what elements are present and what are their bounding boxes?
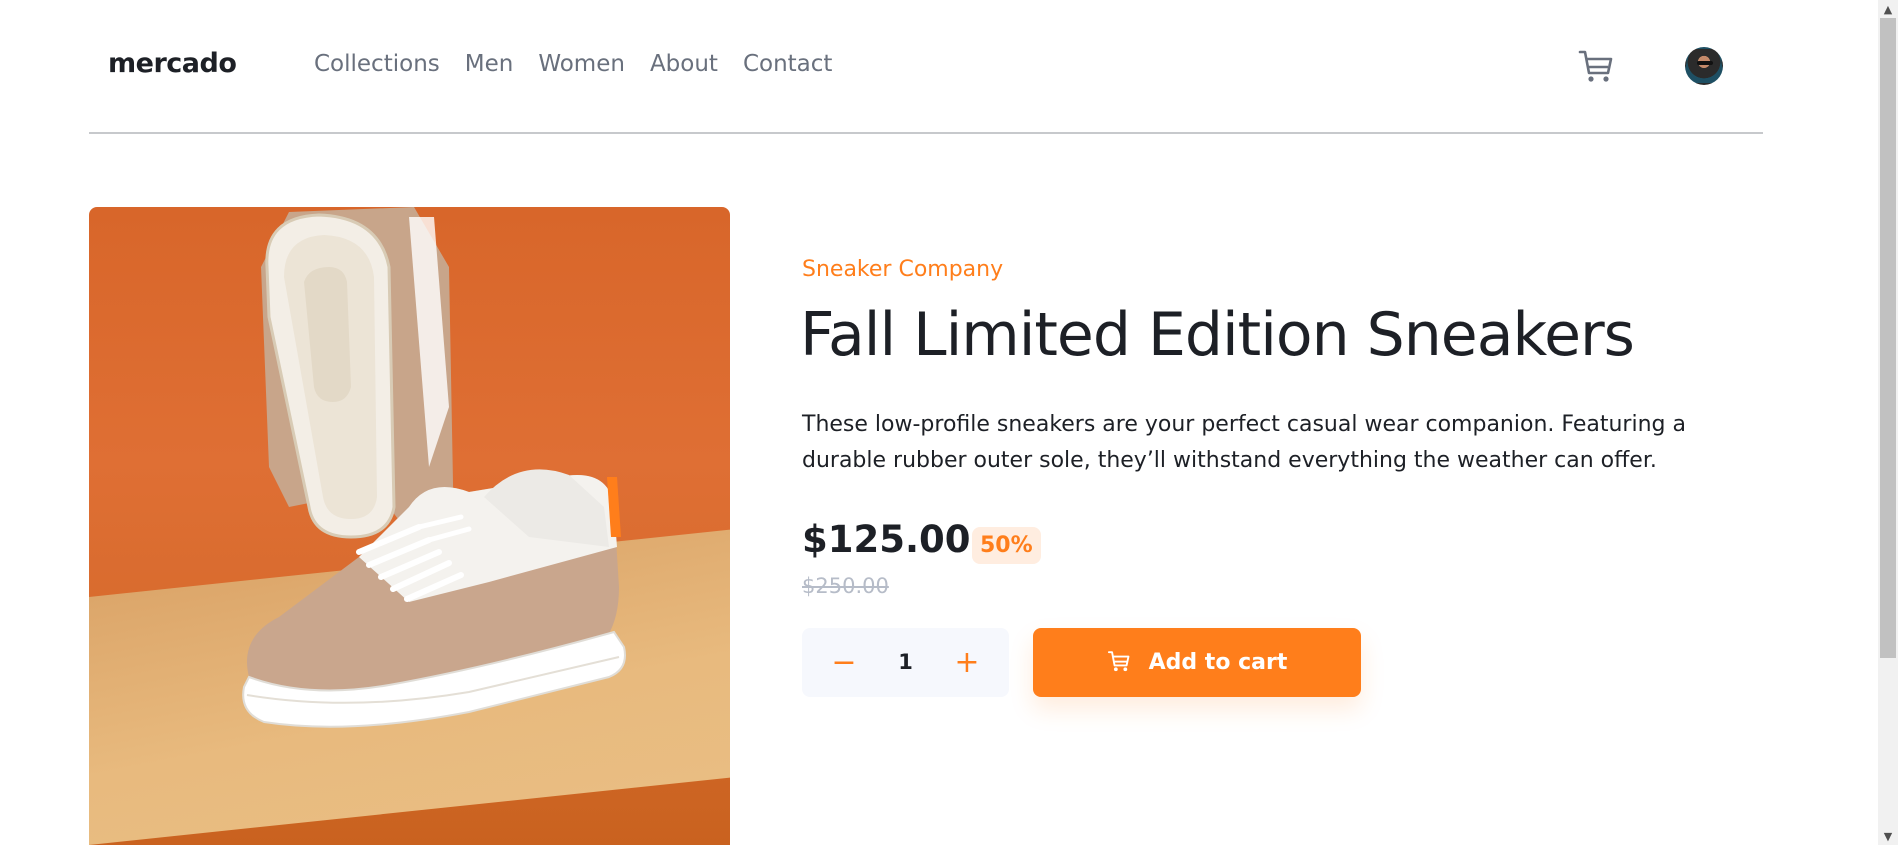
- main-nav: Collections Men Women About Contact: [314, 51, 832, 77]
- add-to-cart-button[interactable]: Add to cart: [1033, 628, 1361, 697]
- product-image[interactable]: [89, 207, 730, 845]
- avatar[interactable]: [1685, 47, 1723, 85]
- nav-link-about[interactable]: About: [650, 51, 718, 77]
- site-header: mercado Collections Men Women About Cont…: [89, 0, 1763, 134]
- cart-icon[interactable]: [1577, 47, 1615, 85]
- product-company: Sneaker Company: [802, 257, 1004, 282]
- product-price: $125.00: [802, 518, 971, 561]
- nav-link-contact[interactable]: Contact: [743, 51, 832, 77]
- add-to-cart-label: Add to cart: [1148, 650, 1288, 675]
- vertical-scrollbar[interactable]: ▲ ▼: [1878, 0, 1898, 845]
- quantity-stepper: − 1 +: [802, 628, 1009, 697]
- scroll-up-arrow-icon[interactable]: ▲: [1878, 0, 1898, 18]
- nav-link-collections[interactable]: Collections: [314, 51, 440, 77]
- scrollbar-thumb[interactable]: [1880, 18, 1896, 658]
- site-logo[interactable]: mercado: [108, 48, 237, 79]
- nav-link-men[interactable]: Men: [465, 51, 514, 77]
- cart-icon: [1107, 649, 1131, 676]
- sneaker-illustration: [242, 207, 626, 728]
- original-price: $250.00: [802, 574, 889, 598]
- discount-badge: 50%: [972, 527, 1041, 564]
- scroll-down-arrow-icon[interactable]: ▼: [1878, 827, 1898, 845]
- decrease-quantity-button[interactable]: −: [814, 628, 874, 697]
- increase-quantity-button[interactable]: +: [937, 628, 997, 697]
- nav-link-women[interactable]: Women: [538, 51, 625, 77]
- product-title: Fall Limited Edition Sneakers: [800, 300, 1635, 370]
- product-description: These low-profile sneakers are your perf…: [802, 412, 1686, 473]
